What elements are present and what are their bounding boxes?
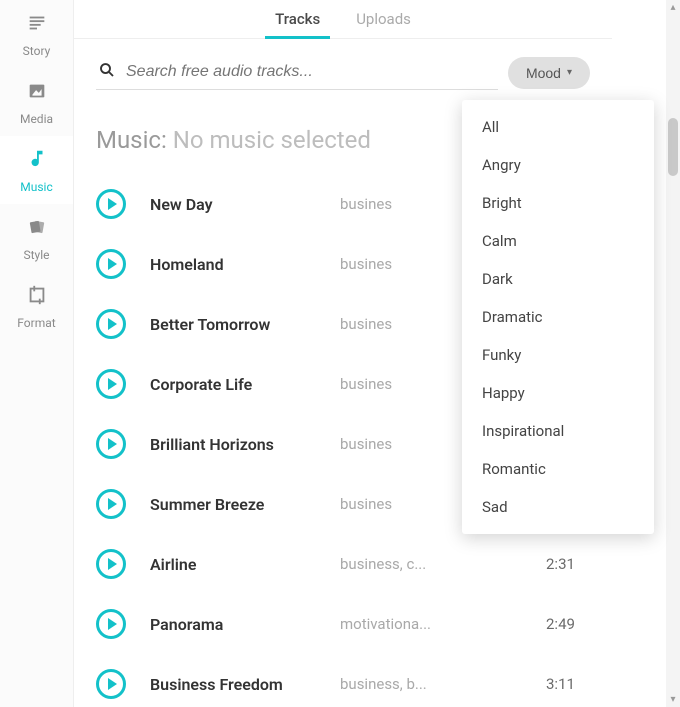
tab-tracks[interactable]: Tracks <box>275 0 320 38</box>
mood-option[interactable]: Angry <box>462 146 654 184</box>
track-title: New Day <box>150 195 340 214</box>
track-title: Summer Breeze <box>150 495 340 514</box>
play-button[interactable] <box>96 549 126 579</box>
search-icon <box>98 61 126 83</box>
sidebar-item-story[interactable]: Story <box>0 0 73 68</box>
play-button[interactable] <box>96 189 126 219</box>
play-button[interactable] <box>96 369 126 399</box>
mood-option[interactable]: Dark <box>462 260 654 298</box>
scroll-thumb[interactable] <box>668 118 678 176</box>
cards-icon <box>26 216 48 242</box>
search-input[interactable] <box>126 63 496 81</box>
scroll-down-icon[interactable]: ▾ <box>666 694 680 705</box>
mood-option[interactable]: Dramatic <box>462 298 654 336</box>
track-tags: business, b... <box>340 675 546 693</box>
sidebar-item-format[interactable]: Format <box>0 272 73 340</box>
mood-dropdown: AllAngryBrightCalmDarkDramaticFunkyHappy… <box>462 100 654 534</box>
sidebar-item-label: Music <box>20 180 52 194</box>
image-icon <box>26 80 48 106</box>
track-row[interactable]: Airlinebusiness, c...2:31 <box>96 534 590 594</box>
left-sidebar: Story Media Music Style Format <box>0 0 74 707</box>
play-button[interactable] <box>96 669 126 699</box>
sidebar-item-label: Media <box>20 112 53 126</box>
play-button[interactable] <box>96 429 126 459</box>
sidebar-item-music[interactable]: Music <box>0 136 73 204</box>
track-title: Brilliant Horizons <box>150 435 340 454</box>
heading-prefix: Music: <box>96 126 167 154</box>
play-button[interactable] <box>96 489 126 519</box>
mood-option[interactable]: Happy <box>462 374 654 412</box>
track-row[interactable]: Business Freedombusiness, b...3:11 <box>96 654 590 707</box>
track-duration: 3:11 <box>546 675 590 693</box>
track-title: Airline <box>150 555 340 574</box>
panel-scrollbar[interactable]: ▴ ▾ <box>666 0 680 707</box>
mood-filter-button[interactable]: Mood ▾ <box>508 57 590 89</box>
track-title: Homeland <box>150 255 340 274</box>
mood-option[interactable]: Bright <box>462 184 654 222</box>
music-panel: Tracks Uploads Mood ▾ Music: No music se… <box>74 0 680 707</box>
mood-option[interactable]: All <box>462 108 654 146</box>
track-title: Corporate Life <box>150 375 340 394</box>
tab-uploads[interactable]: Uploads <box>356 0 411 38</box>
sidebar-item-media[interactable]: Media <box>0 68 73 136</box>
sidebar-item-label: Style <box>23 248 49 262</box>
track-duration: 2:31 <box>546 555 590 573</box>
mood-option[interactable]: Sad <box>462 488 654 526</box>
track-tags: motivationa... <box>340 615 546 633</box>
search-box <box>96 55 498 90</box>
mood-option[interactable]: Calm <box>462 222 654 260</box>
track-row[interactable]: Panoramamotivationa...2:49 <box>96 594 590 654</box>
lines-icon <box>26 12 48 38</box>
heading-status: No music selected <box>173 126 371 154</box>
track-title: Panorama <box>150 615 340 634</box>
sidebar-item-label: Story <box>23 44 51 58</box>
music-note-icon <box>26 148 48 174</box>
sidebar-item-label: Format <box>17 316 55 330</box>
crop-icon <box>26 284 48 310</box>
scroll-up-icon[interactable]: ▴ <box>666 2 680 13</box>
play-button[interactable] <box>96 249 126 279</box>
mood-option[interactable]: Inspirational <box>462 412 654 450</box>
track-tags: business, c... <box>340 555 546 573</box>
play-button[interactable] <box>96 609 126 639</box>
track-tabs: Tracks Uploads <box>74 0 612 39</box>
chevron-down-icon: ▾ <box>567 67 572 78</box>
sidebar-item-style[interactable]: Style <box>0 204 73 272</box>
mood-option[interactable]: Romantic <box>462 450 654 488</box>
play-button[interactable] <box>96 309 126 339</box>
track-title: Better Tomorrow <box>150 315 340 334</box>
track-duration: 2:49 <box>546 615 590 633</box>
mood-option[interactable]: Funky <box>462 336 654 374</box>
mood-filter-label: Mood <box>526 65 561 81</box>
track-title: Business Freedom <box>150 675 340 694</box>
